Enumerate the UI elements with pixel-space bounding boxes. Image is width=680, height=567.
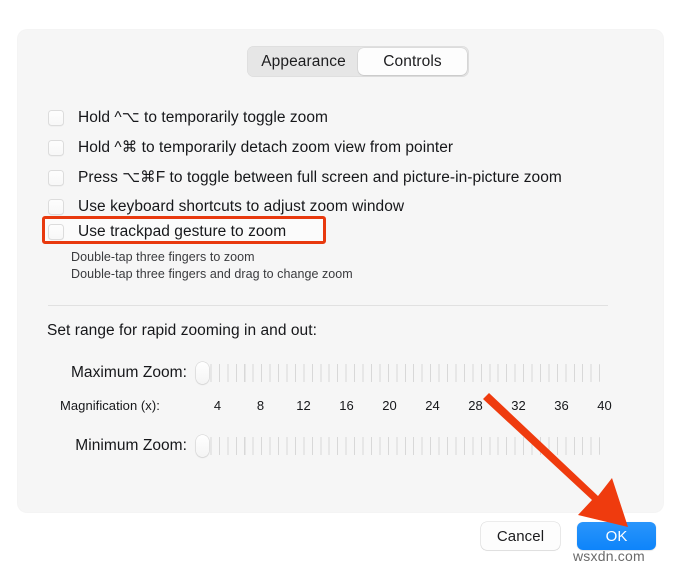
checkbox-hold-detach-zoom[interactable] — [48, 139, 64, 156]
cancel-button[interactable]: Cancel — [481, 522, 560, 550]
magnification-label: Magnification (x): — [60, 398, 160, 413]
magnification-scale: Magnification (x): 4 8 12 16 20 24 28 32… — [60, 398, 626, 413]
option-label-hold-toggle-zoom: Hold ^⌥ to temporarily toggle zoom — [78, 109, 328, 126]
maximum-zoom-label: Maximum Zoom: — [70, 364, 187, 381]
tab-controls[interactable]: Controls — [358, 48, 467, 75]
option-label-trackpad-gesture: Use trackpad gesture to zoom — [78, 223, 287, 240]
tab-appearance[interactable]: Appearance — [249, 48, 358, 75]
option-row-press-fullscreen-pip[interactable]: Press ⌥⌘F to toggle between full screen … — [48, 168, 562, 187]
magnification-tick: 20 — [382, 398, 397, 413]
watermark: wsxdn.com — [573, 548, 645, 564]
minimum-zoom-slider-track[interactable] — [202, 437, 600, 455]
magnification-tick: 12 — [296, 398, 311, 413]
option-row-trackpad-gesture[interactable]: Use trackpad gesture to zoom — [48, 223, 286, 241]
magnification-tick: 8 — [256, 398, 265, 413]
option-row-keyboard-shortcuts[interactable]: Use keyboard shortcuts to adjust zoom wi… — [48, 198, 404, 216]
minimum-zoom-slider[interactable] — [196, 435, 600, 457]
section-divider — [48, 305, 608, 306]
checkbox-keyboard-shortcuts[interactable] — [48, 199, 64, 215]
tab-bar: Appearance Controls — [247, 46, 469, 77]
magnification-tick: 32 — [511, 398, 526, 413]
option-label-hold-detach-zoom: Hold ^⌘ to temporarily detach zoom view … — [78, 139, 454, 156]
hint-trackpad-double-tap: Double-tap three fingers to zoom — [71, 250, 255, 264]
magnification-tick: 4 — [213, 398, 222, 413]
option-label-press-fullscreen-pip: Press ⌥⌘F to toggle between full screen … — [78, 169, 562, 186]
minimum-zoom-slider-thumb[interactable] — [196, 435, 209, 457]
maximum-zoom-slider[interactable] — [196, 362, 600, 384]
maximum-zoom-slider-thumb[interactable] — [196, 362, 209, 384]
maximum-zoom-slider-track[interactable] — [202, 364, 600, 382]
hint-trackpad-drag: Double-tap three fingers and drag to cha… — [71, 267, 353, 281]
checkbox-trackpad-gesture[interactable] — [48, 224, 64, 240]
option-row-hold-toggle-zoom[interactable]: Hold ^⌥ to temporarily toggle zoom — [48, 108, 328, 127]
ok-button[interactable]: OK — [577, 522, 656, 550]
magnification-tick: 40 — [597, 398, 612, 413]
magnification-tick: 28 — [468, 398, 483, 413]
maximum-zoom-slider-row[interactable]: Maximum Zoom: — [47, 362, 600, 384]
minimum-zoom-slider-row[interactable]: Minimum Zoom: — [47, 435, 600, 457]
option-row-hold-detach-zoom[interactable]: Hold ^⌘ to temporarily detach zoom view … — [48, 138, 453, 157]
magnification-tick: 36 — [554, 398, 569, 413]
minimum-zoom-label: Minimum Zoom: — [75, 437, 187, 454]
checkbox-press-fullscreen-pip[interactable] — [48, 169, 64, 186]
magnification-tick: 24 — [425, 398, 440, 413]
range-section-heading: Set range for rapid zooming in and out: — [47, 322, 317, 339]
option-label-keyboard-shortcuts: Use keyboard shortcuts to adjust zoom wi… — [78, 198, 405, 215]
magnification-tick: 16 — [339, 398, 354, 413]
checkbox-hold-toggle-zoom[interactable] — [48, 109, 64, 126]
